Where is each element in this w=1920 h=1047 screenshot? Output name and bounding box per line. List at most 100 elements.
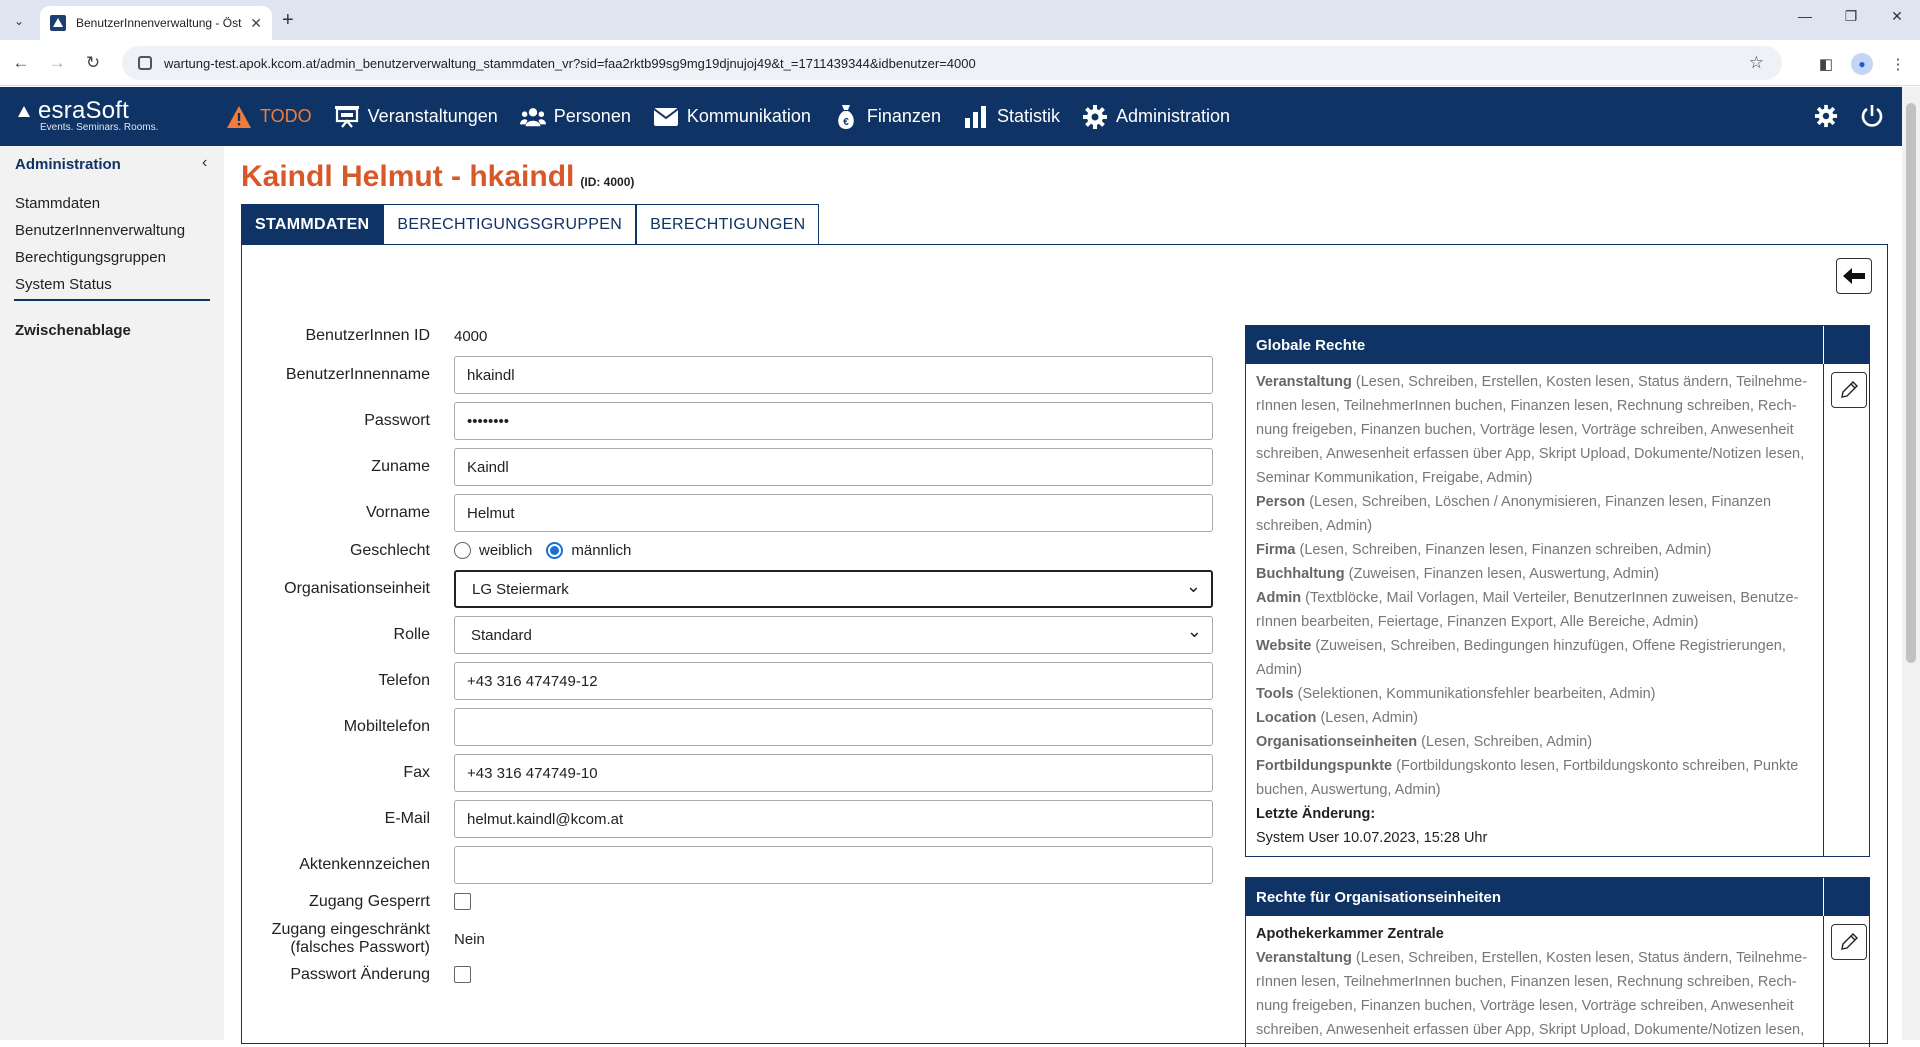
back-icon[interactable]: ←: [9, 51, 33, 75]
firstname-input[interactable]: Helmut: [454, 494, 1213, 532]
email-input[interactable]: helmut.kaindl@kcom.at: [454, 800, 1213, 838]
side-panel-icon[interactable]: ◧: [1815, 53, 1837, 75]
bookmark-star-icon[interactable]: ☆: [1749, 53, 1764, 73]
phone-input[interactable]: +43 316 474749-12: [454, 662, 1213, 700]
browser-tab[interactable]: BenutzerInnenverwaltung - Öst ✕: [40, 6, 272, 40]
row-fax: Fax +43 316 474749-10: [241, 754, 1213, 792]
gender-male-label[interactable]: männlich: [571, 542, 631, 559]
password-input[interactable]: ••••••••: [454, 402, 1213, 440]
tab-stammdaten[interactable]: STAMMDATEN: [241, 204, 384, 244]
row-org-unit: Organisationseinheit LG Steiermark: [241, 570, 1213, 608]
rights-area-name: Veranstaltung: [1256, 374, 1352, 390]
fax-label: Fax: [403, 764, 430, 781]
edit-org-rights-button[interactable]: [1831, 924, 1867, 960]
logo-triangle-icon: [18, 105, 30, 117]
people-icon: [519, 104, 546, 130]
edit-global-rights-button[interactable]: [1831, 372, 1867, 408]
back-button[interactable]: [1836, 258, 1872, 294]
row-mobile: Mobiltelefon: [241, 708, 1213, 746]
rights-line: schreiben, Admin): [1256, 514, 1809, 538]
menu-statistik[interactable]: Statistik: [963, 104, 1060, 130]
minimize-button[interactable]: —: [1782, 8, 1828, 24]
menu-kommunikation-label: Kommunikation: [686, 106, 811, 126]
fax-input[interactable]: +43 316 474749-10: [454, 754, 1213, 792]
sidebar-clipboard[interactable]: Zwischenablage: [15, 322, 131, 339]
tab-close-icon[interactable]: ✕: [250, 15, 262, 32]
row-access-locked: Zugang Gesperrt: [241, 883, 1213, 921]
role-select[interactable]: Standard: [454, 616, 1213, 654]
org-unit-label: Organisationseinheit: [284, 580, 430, 597]
org-rights-header: Rechte für Organisationseinheiten: [1246, 878, 1869, 916]
rights-area-name: Firma: [1256, 542, 1296, 558]
gender-female-label[interactable]: weiblich: [479, 542, 532, 559]
sidebar-item-system-status[interactable]: System Status: [15, 271, 185, 298]
power-logout-icon[interactable]: [1859, 103, 1885, 129]
rights-line: schreiben, Anwesenheit erfassen über App…: [1256, 442, 1809, 466]
rights-line: Location (Lesen, Admin): [1256, 706, 1809, 730]
row-phone: Telefon +43 316 474749-12: [241, 662, 1213, 700]
email-label: E-Mail: [384, 810, 430, 827]
rights-area-name: Location: [1256, 710, 1317, 726]
menu-veranstaltungen[interactable]: Veranstaltungen: [334, 104, 498, 130]
page-scrollbar[interactable]: [1902, 87, 1920, 1040]
menu-personen[interactable]: Personen: [519, 104, 631, 130]
sidebar-divider: [14, 299, 210, 301]
tab-list-chevron-icon[interactable]: ⌄: [8, 10, 30, 32]
rights-area-name: Buchhaltung: [1256, 566, 1345, 582]
menu-kommunikation[interactable]: Kommunikation: [653, 104, 811, 130]
sidebar-item-berechtigungsgruppen[interactable]: Berechtigungsgruppen: [15, 244, 185, 271]
menu-finanzen[interactable]: € Finanzen: [833, 104, 941, 130]
sidebar-heading[interactable]: Administration: [15, 156, 121, 173]
logo-tagline: Events. Seminars. Rooms.: [40, 122, 159, 133]
org-rights-box: Rechte für Organisationseinheiten Apothe…: [1245, 877, 1870, 1047]
profile-avatar-icon[interactable]: ●: [1851, 53, 1873, 75]
gender-male-radio[interactable]: [546, 541, 564, 559]
site-info-icon[interactable]: [138, 56, 152, 70]
mobile-input[interactable]: [454, 708, 1213, 746]
menu-administration[interactable]: Administration: [1082, 104, 1230, 130]
tab-berechtigungen[interactable]: BERECHTIGUNGEN: [636, 204, 820, 244]
browser-menu-icon[interactable]: ⋮: [1887, 53, 1909, 75]
money-bag-icon: €: [833, 104, 859, 130]
username-input[interactable]: hkaindl: [454, 356, 1213, 394]
reload-icon[interactable]: ↻: [81, 51, 105, 75]
password-change-checkbox[interactable]: [454, 966, 471, 983]
rights-area-permissions: rInnen lesen, TeilnehmerInnen buchen, Fi…: [1256, 398, 1797, 414]
sidebar-item-stammdaten[interactable]: Stammdaten: [15, 190, 185, 217]
rights-line: Veranstaltung (Lesen, Schreiben, Erstell…: [1256, 370, 1809, 394]
rights-area-permissions: schreiben, Admin): [1256, 518, 1373, 534]
org-unit-select[interactable]: LG Steiermark: [454, 570, 1213, 608]
global-rights-list: Veranstaltung (Lesen, Schreiben, Erstell…: [1256, 370, 1809, 802]
access-restricted-label-line2: (falsches Passwort): [290, 939, 430, 956]
access-locked-checkbox[interactable]: [454, 893, 471, 910]
gender-female-radio[interactable]: [454, 541, 471, 559]
restore-button[interactable]: ❐: [1828, 8, 1874, 25]
sidebar: Administration ‹ Stammdaten BenutzerInne…: [0, 146, 224, 1040]
esrasoft-logo[interactable]: esraSoft Events. Seminars. Rooms.: [18, 97, 158, 133]
settings-gear-icon[interactable]: [1813, 103, 1839, 129]
pencil-icon: [1841, 381, 1858, 398]
rights-area-permissions: (Lesen, Admin): [1316, 710, 1418, 726]
rights-line: Seminar Kommunikation, Freigabe, Admin): [1256, 466, 1809, 490]
rights-area-permissions: nung freigeben, Finanzen buchen, Vorträg…: [1256, 422, 1794, 438]
row-access-restricted: Zugang eingeschränkt (falsches Passwort) …: [241, 919, 1213, 959]
lastname-input[interactable]: Kaindl: [454, 448, 1213, 486]
forward-icon[interactable]: →: [45, 51, 69, 75]
rights-area-permissions: rInnen lesen, TeilnehmerInnen buchen, Fi…: [1256, 974, 1797, 990]
collapse-chevron-icon[interactable]: ‹: [202, 154, 207, 172]
file-reference-input[interactable]: [454, 846, 1213, 884]
username-label: BenutzerInnenname: [285, 366, 430, 383]
address-bar[interactable]: wartung-test.apok.kcom.at/admin_benutzer…: [122, 46, 1782, 80]
rights-area-name: Website: [1256, 638, 1312, 654]
page-id-label: (ID: 4000): [580, 175, 635, 189]
scrollbar-thumb[interactable]: [1906, 103, 1916, 663]
tab-berechtigungsgruppen[interactable]: BERECHTIGUNGSGRUPPEN: [383, 204, 637, 244]
new-tab-button[interactable]: +: [282, 9, 294, 32]
menu-todo[interactable]: TODO: [226, 104, 312, 130]
browser-toolbar: ← → ↻ wartung-test.apok.kcom.at/admin_be…: [0, 40, 1920, 86]
close-window-button[interactable]: ✕: [1874, 8, 1920, 25]
sidebar-item-benutzerinnenverwaltung[interactable]: BenutzerInnenverwaltung: [15, 217, 185, 244]
rights-area-permissions: (Lesen, Schreiben, Finanzen lesen, Finan…: [1295, 542, 1712, 558]
rights-area-name: Organisationseinheiten: [1256, 734, 1418, 750]
access-locked-label: Zugang Gesperrt: [309, 893, 430, 910]
